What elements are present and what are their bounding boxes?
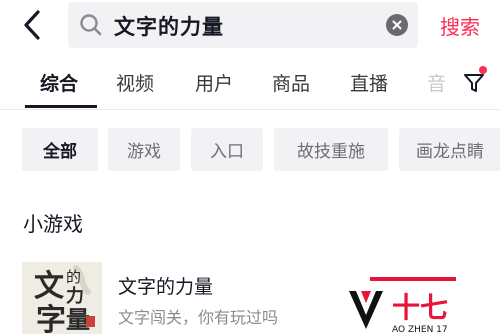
chip-all[interactable]: 全部 [22,128,98,171]
watermark-logo: 十七 AO ZHEN 17 [344,277,500,334]
back-chevron-icon[interactable] [18,8,48,42]
game-thumbnail[interactable]: 文 的 力 字 量 [22,262,102,334]
clear-icon[interactable] [386,14,408,36]
search-box[interactable]: 文字的力量 [68,2,418,48]
chip-label: 全部 [43,142,77,162]
watermark-main: 十七 [392,291,448,324]
section-title: 小游戏 [23,212,83,236]
result-tabs: 综合 视频 用户 商品 直播 音 [0,62,500,110]
chip-label: 入口 [210,142,244,162]
chip-label: 故技重施 [297,142,365,162]
filter-chips: 全部 游戏 入口 故技重施 画龙点睛 [0,128,500,172]
chip-label: 游戏 [127,142,161,162]
search-icon [78,12,104,38]
tab-music[interactable]: 音 [427,69,446,96]
result-description: 文字闯关，你有玩过吗 [118,308,279,327]
tab-products[interactable]: 商品 [272,69,310,96]
watermark-sub: AO ZHEN 17 [392,325,448,334]
result-title[interactable]: 文字的力量 [118,272,213,299]
thumbnail-char: 文 [34,269,64,304]
thumbnail-char: 的 [66,268,81,286]
chip-label: 画龙点睛 [416,142,484,162]
search-button[interactable]: 搜索 [440,11,480,40]
thumbnail-char: 字 [36,303,66,334]
thumbnail-char: 力 [66,286,84,307]
search-input[interactable]: 文字的力量 [114,11,224,41]
filter-icon[interactable] [462,70,488,96]
chip-finishing-touch[interactable]: 画龙点睛 [399,128,500,171]
filter-notification-dot [479,66,487,74]
tab-all[interactable]: 综合 [40,69,78,96]
chip-entrance[interactable]: 入口 [191,128,263,171]
tab-live[interactable]: 直播 [350,69,388,96]
active-tab-indicator [25,105,97,108]
tab-videos[interactable]: 视频 [116,69,154,96]
chip-game[interactable]: 游戏 [108,128,180,171]
search-header: 文字的力量 搜索 [0,0,500,52]
tab-users[interactable]: 用户 [195,69,233,96]
chip-old-trick[interactable]: 故技重施 [274,128,388,171]
